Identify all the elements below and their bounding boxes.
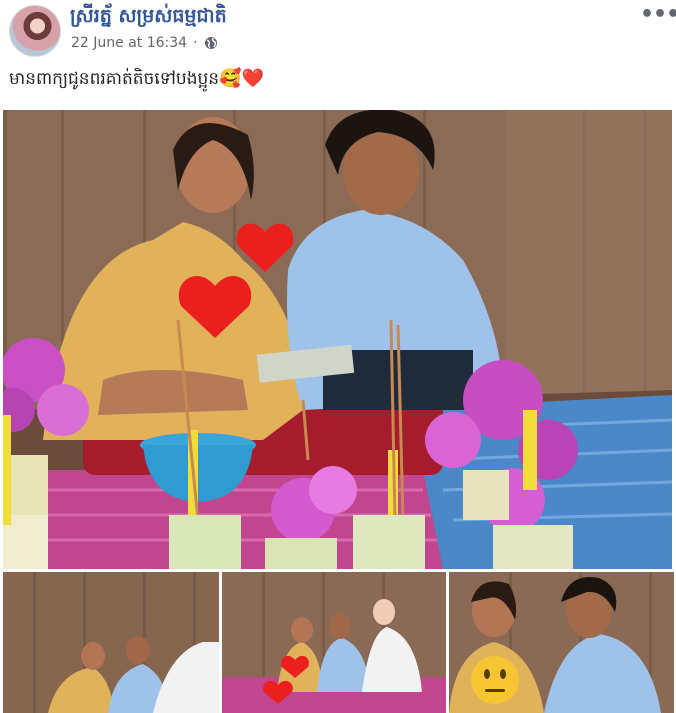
meta-separator: ·	[193, 35, 198, 51]
photo-thumbnail-3[interactable]	[449, 572, 674, 713]
post-timestamp[interactable]: 22 June at 16:34	[71, 35, 187, 51]
post-text: មានពាក្យជូនពរគាត់តិចទៅបងប្អូន🥰❤️	[9, 68, 264, 93]
main-photo[interactable]	[3, 110, 672, 569]
more-options-icon[interactable]: •••	[640, 2, 676, 27]
photo-thumbnail-1[interactable]	[3, 572, 219, 713]
post-text-emojis: 🥰❤️	[219, 68, 264, 89]
author-name[interactable]: ស្រីរត្ន័ សម្រស់ធម្មជាតិ	[70, 4, 227, 32]
post-meta: 22 June at 16:34 ·	[71, 35, 218, 51]
globe-icon[interactable]	[204, 36, 218, 50]
post-text-body: មានពាក្យជូនពរគាត់តិចទៅបងប្អូន	[9, 69, 220, 89]
neutral-face-emoji	[471, 656, 519, 704]
post-header: ស្រីរត្ន័ សម្រស់ធម្មជាតិ 22 June at 16:3…	[0, 0, 676, 64]
author-avatar[interactable]	[9, 5, 61, 57]
photo-thumbnail-2[interactable]	[222, 572, 446, 713]
